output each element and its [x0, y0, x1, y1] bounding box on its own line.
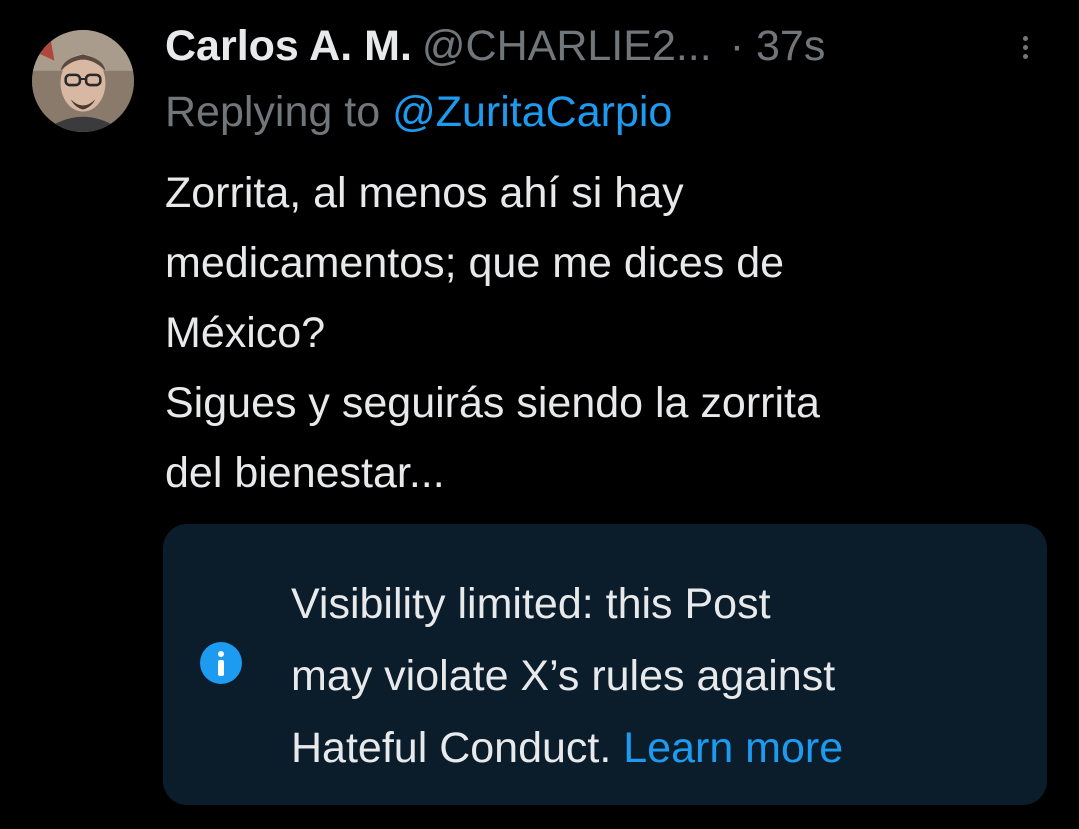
avatar[interactable]	[32, 30, 134, 132]
author-display-name[interactable]: Carlos A. M.	[165, 22, 412, 70]
reply-to-link[interactable]: @ZuritaCarpio	[392, 88, 672, 136]
info-icon	[200, 642, 242, 684]
learn-more-link[interactable]: Learn more	[623, 724, 843, 772]
notice-text: Visibility limited: this Post may violat…	[291, 568, 1031, 784]
post-timestamp[interactable]: 37s	[756, 22, 825, 70]
post-text: Zorrita, al menos ahí si hay medicamento…	[165, 158, 1045, 508]
post-text-line: México?	[165, 309, 326, 357]
notice-line-last: Hateful Conduct. Learn more	[291, 712, 1031, 784]
reply-prefix: Replying to	[165, 88, 381, 136]
notice-line: Hateful Conduct.	[291, 724, 612, 772]
more-vertical-icon[interactable]	[1016, 33, 1034, 69]
avatar-photo	[32, 30, 134, 132]
author-handle[interactable]: @CHARLIE2...	[422, 22, 712, 70]
separator-dot: ·	[729, 22, 745, 70]
post-text-line: Sigues y seguirás siendo la zorrita	[165, 379, 820, 427]
reply-context: Replying to @ZuritaCarpio	[165, 84, 672, 140]
notice-line: Visibility limited: this Post	[291, 580, 771, 628]
post-text-line: del bienestar...	[165, 449, 445, 497]
post-header: Carlos A. M. @CHARLIE2... · 37s	[165, 18, 1045, 74]
post-text-line: Zorrita, al menos ahí si hay	[165, 169, 684, 217]
notice-line: may violate X’s rules against	[291, 652, 836, 700]
post-text-line: medicamentos; que me dices de	[165, 239, 785, 287]
visibility-limited-notice: Visibility limited: this Post may violat…	[163, 524, 1047, 805]
